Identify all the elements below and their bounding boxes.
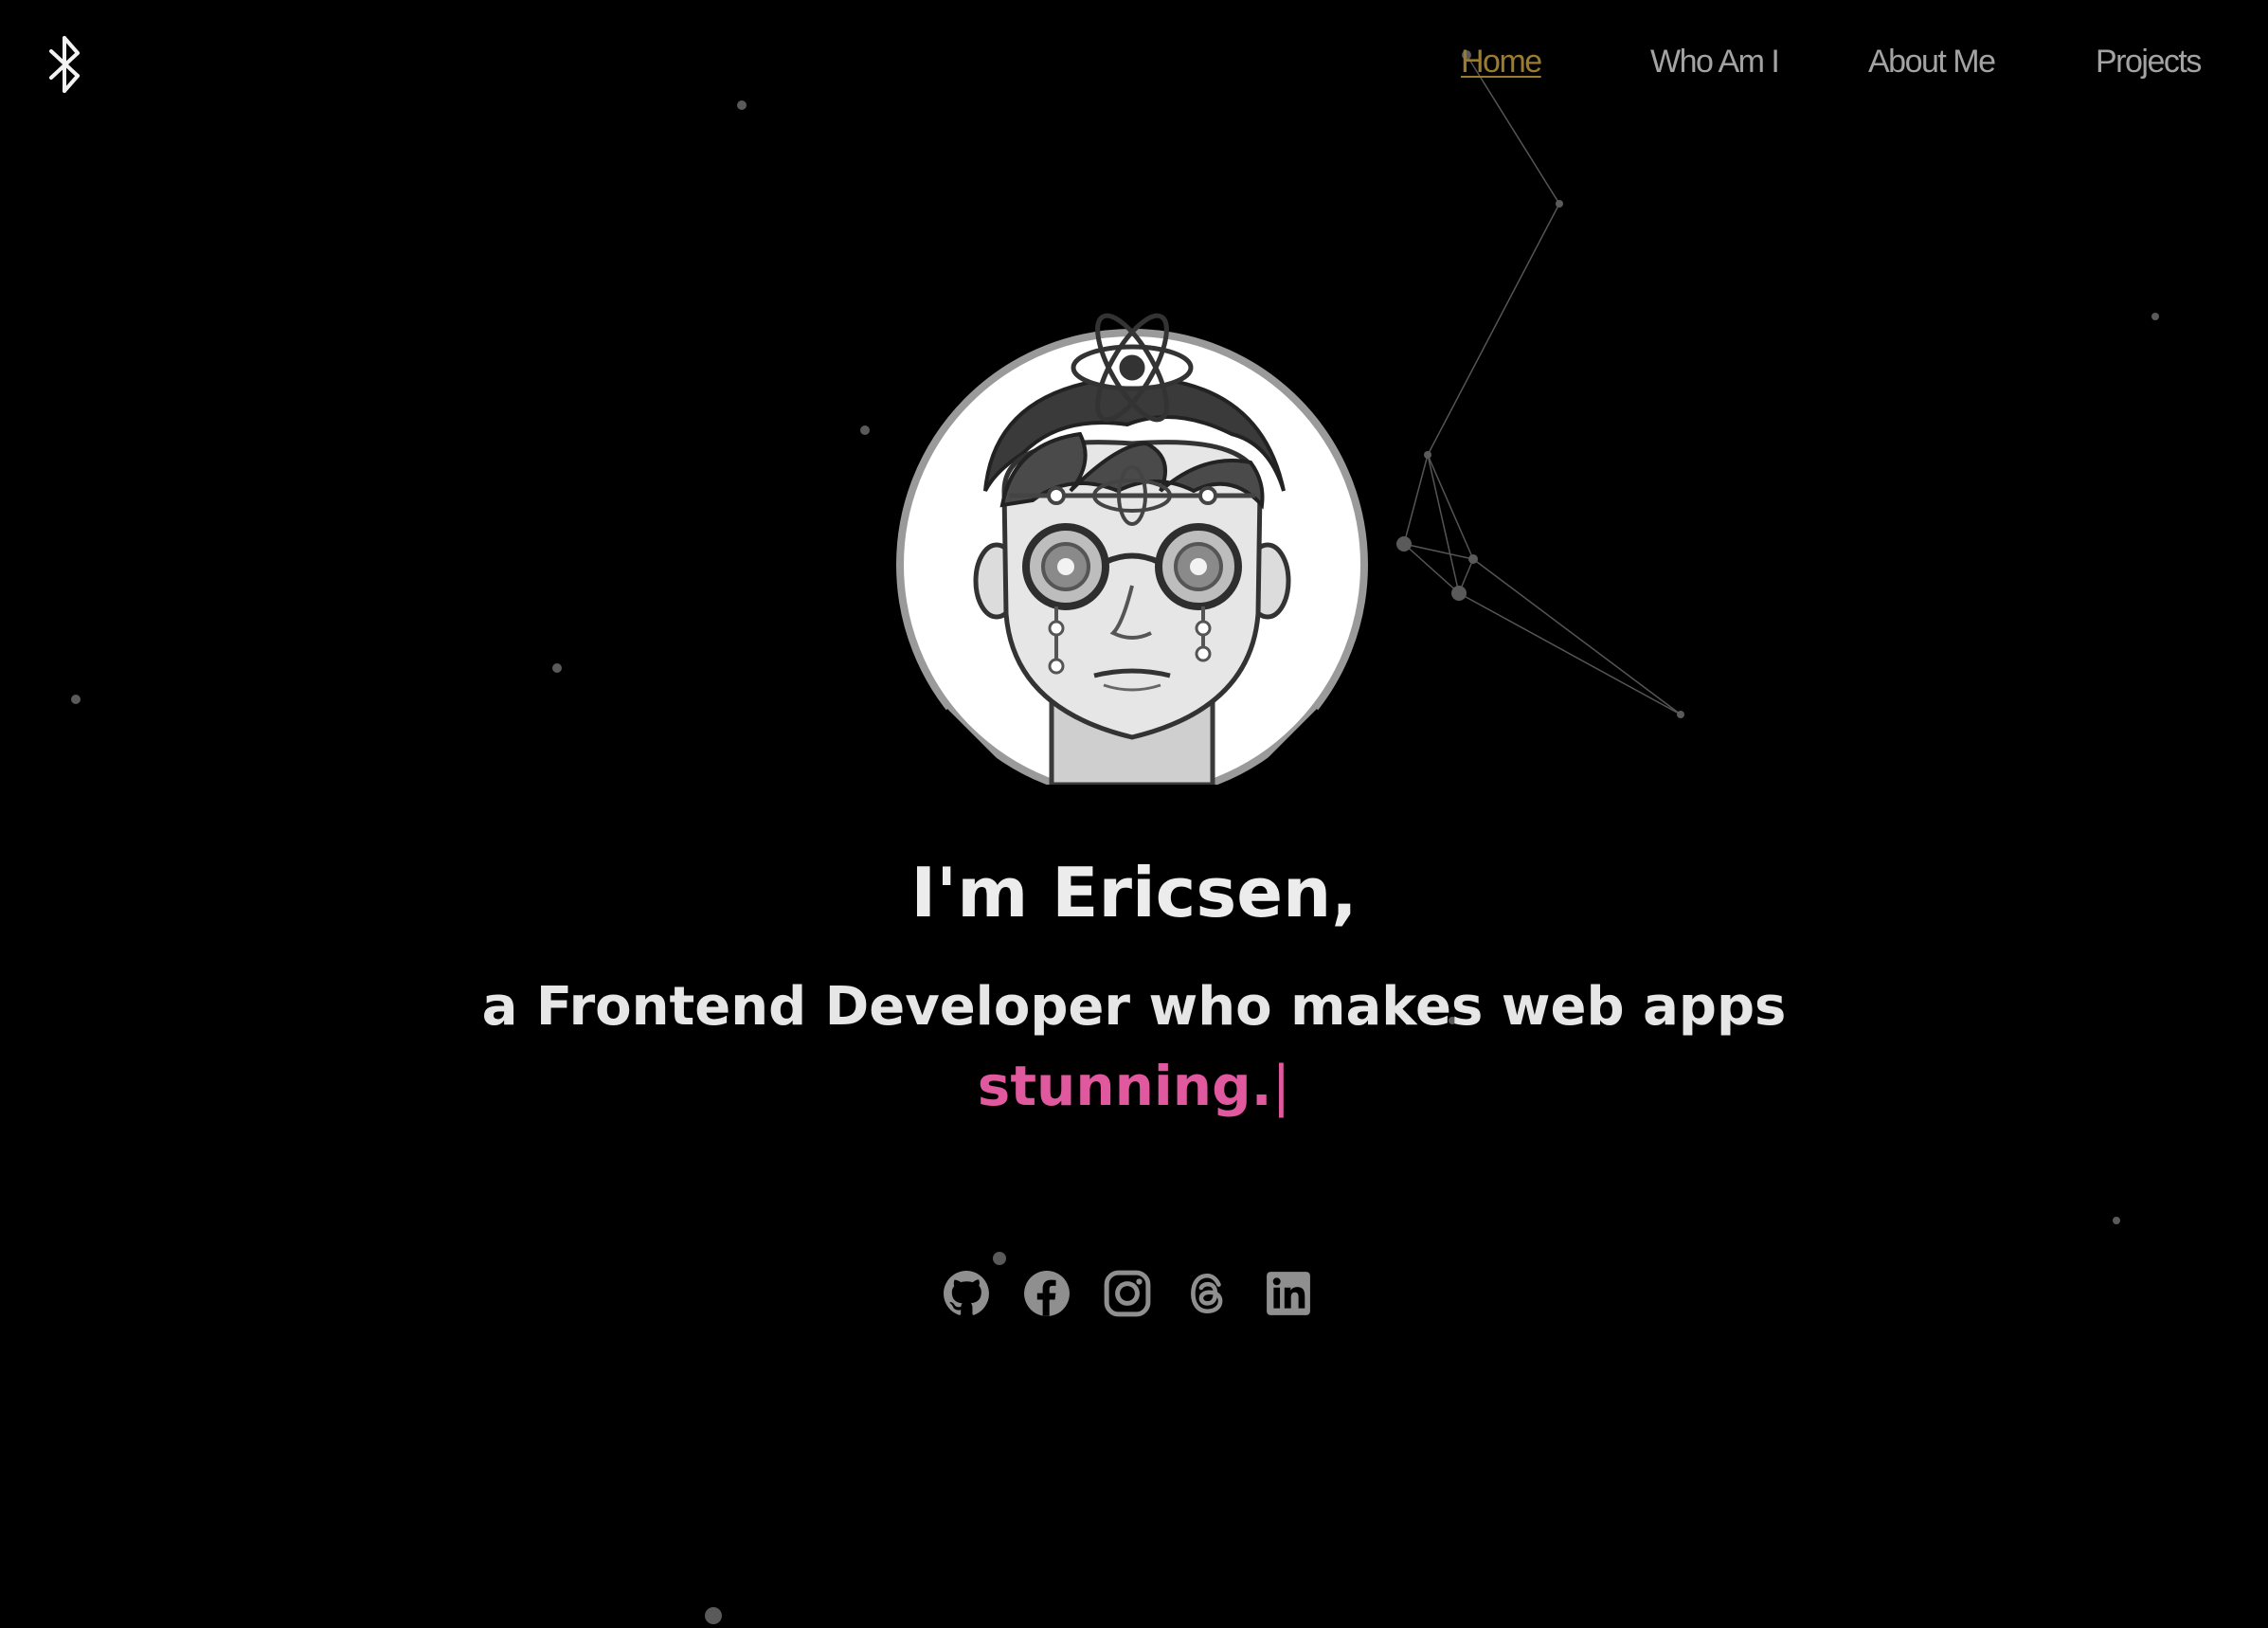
particle <box>1424 451 1431 459</box>
particle <box>993 1252 1006 1265</box>
typing-cursor: | <box>1271 1054 1291 1118</box>
particle-link <box>1458 592 1682 715</box>
logo-icon[interactable] <box>42 34 87 95</box>
linkedin-icon[interactable] <box>1265 1270 1312 1323</box>
nav-projects[interactable]: Projects <box>2096 44 2202 81</box>
particle <box>1451 586 1467 601</box>
hero-section: Home Who Am I About Me Projects I'm Eric… <box>0 0 2268 1628</box>
hero-subtitle: a Frontend Developer who makes web apps <box>481 976 1787 1038</box>
facebook-icon[interactable] <box>1023 1270 1071 1323</box>
threads-icon-svg <box>1191 1273 1223 1314</box>
particle <box>1468 554 1478 564</box>
nav-home[interactable]: Home <box>1461 44 1542 81</box>
particle-link <box>1403 454 1429 545</box>
nav-who-am-i[interactable]: Who Am I <box>1650 44 1780 81</box>
instagram-icon-svg <box>1104 1270 1151 1317</box>
particle <box>1396 536 1412 552</box>
github-icon[interactable] <box>943 1270 990 1323</box>
typed-word: stunning. <box>977 1054 1272 1118</box>
linkedin-icon-svg <box>1267 1272 1310 1315</box>
particle <box>71 695 81 704</box>
particle-background <box>71 50 2159 1624</box>
particle-link <box>1403 543 1474 560</box>
avatar <box>891 301 1374 801</box>
particle <box>2151 313 2159 320</box>
particle <box>1677 711 1684 718</box>
particle <box>705 1607 722 1624</box>
particle-link <box>1427 454 1474 560</box>
particle-link <box>1427 454 1460 594</box>
particle-link <box>1472 558 1682 715</box>
facebook-icon-svg <box>1024 1271 1070 1316</box>
particle <box>2113 1217 2120 1224</box>
particle <box>1556 200 1563 208</box>
developer-avatar-illustration <box>891 313 1374 801</box>
social-links <box>943 1270 1322 1323</box>
particle <box>552 663 562 673</box>
nav-about-me[interactable]: About Me <box>1868 44 1996 81</box>
instagram-icon[interactable] <box>1104 1270 1151 1323</box>
particle <box>737 100 747 110</box>
particle <box>860 425 870 435</box>
threads-icon[interactable] <box>1184 1270 1232 1323</box>
hero-title: I'm Ericsen, <box>910 853 1358 932</box>
typed-text: stunning.| <box>0 1054 2268 1118</box>
particle-link <box>1427 203 1560 456</box>
github-icon-svg <box>944 1271 989 1315</box>
main-nav: Home Who Am I About Me Projects <box>1402 44 2217 85</box>
particle-link <box>1403 543 1460 594</box>
